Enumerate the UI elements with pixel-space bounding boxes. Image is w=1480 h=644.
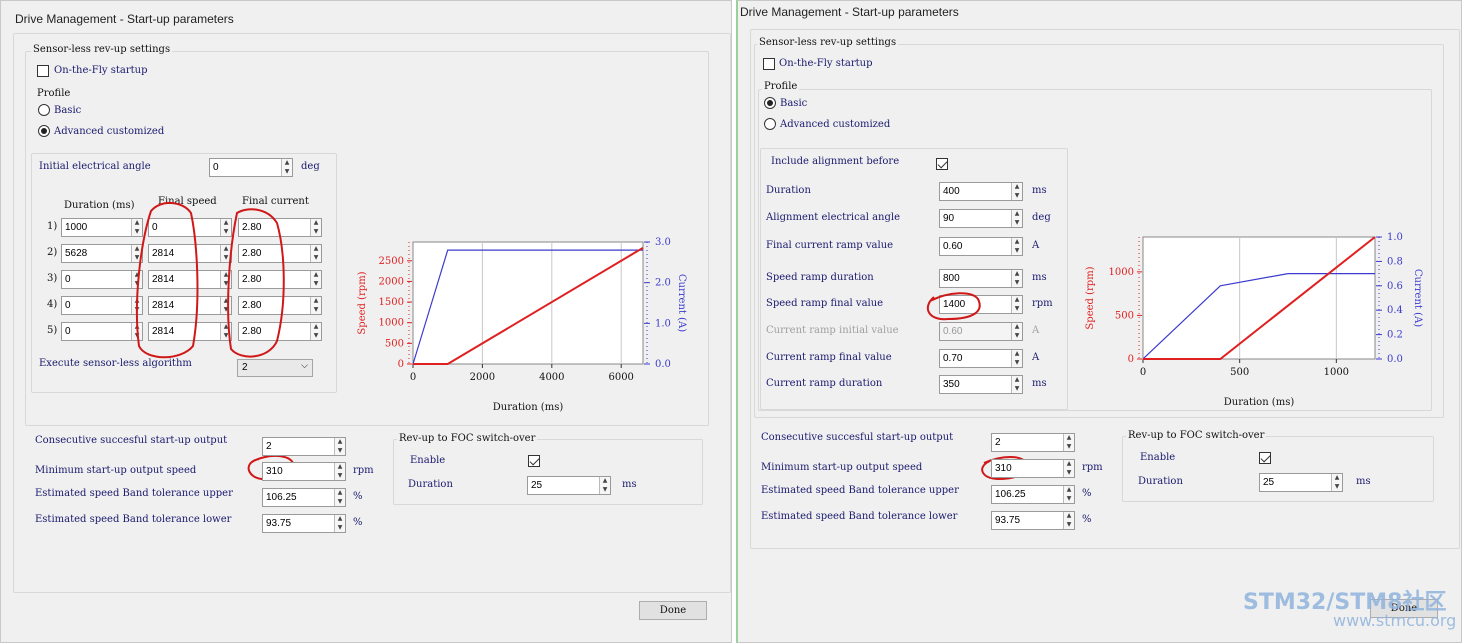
current-tick-label: 0.2 <box>1387 330 1403 341</box>
left-band-upper-input[interactable]: 106.25 ▲ ▼ <box>262 488 346 507</box>
right-dialog: Drive Management - Start-up parameters S… <box>736 0 1462 643</box>
right-foc-duration-unit: ms <box>1356 476 1371 487</box>
speed-axis-label: Speed (rpm) <box>357 271 368 334</box>
x-tick-label: 1000 <box>1324 367 1349 378</box>
x-tick-label: 6000 <box>608 372 633 383</box>
x-tick-label: 500 <box>1230 367 1249 378</box>
speed-tick-label: 2500 <box>379 256 404 267</box>
left-band-lower-input[interactable]: 93.75 ▲ ▼ <box>262 514 346 533</box>
left-foc-duration-unit: ms <box>622 479 637 490</box>
speed-tick-label: 1000 <box>1109 267 1134 278</box>
plot-area <box>412 241 644 365</box>
left-min-speed-input[interactable]: 310 ▲ ▼ <box>262 462 346 481</box>
annotation-oval-speed-final <box>926 292 981 321</box>
current-tick-label: 0.4 <box>1387 305 1403 316</box>
current-tick-label: 0.6 <box>1387 281 1403 292</box>
left-foc-title: Rev-up to FOC switch-over <box>397 433 538 444</box>
watermark-url: www.stmcu.org <box>1333 611 1457 630</box>
right-foc-enable-label: Enable <box>1140 452 1176 463</box>
speed-tick-label: 0 <box>398 359 404 370</box>
right-min-speed-input[interactable]: 310 ▲ ▼ <box>991 459 1075 478</box>
right-foc-duration-label: Duration <box>1138 476 1183 487</box>
current-tick-label: 3.0 <box>655 237 671 248</box>
annotation-oval-speed <box>135 202 199 359</box>
x-tick-label: 0 <box>410 372 416 383</box>
current-tick-label: 0.0 <box>655 359 671 370</box>
annotation-oval-current <box>227 208 285 358</box>
right-min-speed-unit: rpm <box>1082 462 1103 473</box>
right-band-lower-label: Estimated speed Band tolerance lower <box>761 511 958 522</box>
current-tick-label: 1.0 <box>1387 232 1403 243</box>
right-consecutive-input[interactable]: 2 ▲ ▼ <box>991 433 1075 452</box>
right-consecutive-label: Consecutive succesful start-up output <box>761 432 954 443</box>
x-tick-label: 4000 <box>539 372 564 383</box>
left-band-upper-unit: % <box>353 491 363 502</box>
left-foc-duration-label: Duration <box>408 479 453 490</box>
right-foc-title: Rev-up to FOC switch-over <box>1126 430 1267 441</box>
right-band-upper-input[interactable]: 106.25 ▲ ▼ <box>991 485 1075 504</box>
current-tick-label: 2.0 <box>655 278 671 289</box>
current-tick-label: 1.0 <box>655 318 671 329</box>
speed-tick-label: 1500 <box>379 297 404 308</box>
left-foc-group <box>393 439 703 505</box>
right-startup-chart: 0 500 1000 0.0 0.2 0.4 0.6 0.8 1.0 0 500 1000 Speed … <box>1085 232 1423 408</box>
current-tick-label: 0.8 <box>1387 256 1403 267</box>
left-foc-duration-input[interactable]: 25 ▲ ▼ <box>527 476 611 495</box>
speed-tick-label: 0 <box>1128 354 1134 365</box>
right-foc-group <box>1122 436 1434 502</box>
right-foc-enable-checkbox[interactable] <box>1259 452 1271 464</box>
right-band-lower-input[interactable]: 93.75 ▲ ▼ <box>991 511 1075 530</box>
speed-tick-label: 2000 <box>379 276 404 287</box>
speed-tick-label: 500 <box>385 338 404 349</box>
left-foc-enable-label: Enable <box>410 455 446 466</box>
right-band-upper-label: Estimated speed Band tolerance upper <box>761 485 959 496</box>
left-band-lower-label: Estimated speed Band tolerance lower <box>35 514 232 525</box>
left-consecutive-input[interactable]: 2 ▲ ▼ <box>262 437 346 456</box>
right-band-lower-unit: % <box>1082 514 1092 525</box>
current-axis-label: Current (A) <box>676 274 687 332</box>
left-done-button[interactable]: Done <box>639 601 707 620</box>
left-foc-enable-checkbox[interactable] <box>528 455 540 467</box>
left-consecutive-label: Consecutive succesful start-up output <box>35 435 228 446</box>
left-dialog: Drive Management - Start-up parameters S… <box>0 0 732 643</box>
left-band-lower-unit: % <box>353 517 363 528</box>
plot-area <box>1142 236 1376 360</box>
left-min-speed-label: Minimum start-up output speed <box>35 465 197 476</box>
right-band-upper-unit: % <box>1082 488 1092 499</box>
speed-tick-label: 1000 <box>379 318 404 329</box>
current-tick-label: 0.0 <box>1387 354 1403 365</box>
speed-tick-label: 500 <box>1115 310 1134 321</box>
left-band-upper-label: Estimated speed Band tolerance upper <box>35 488 233 499</box>
speed-axis-label: Speed (rpm) <box>1085 266 1096 329</box>
x-tick-label: 2000 <box>470 372 495 383</box>
right-min-speed-label: Minimum start-up output speed <box>761 462 923 473</box>
current-axis-label: Current (A) <box>1412 269 1423 327</box>
left-min-speed-unit: rpm <box>353 465 374 476</box>
right-foc-duration-input[interactable]: 25 ▲ ▼ <box>1259 473 1343 492</box>
x-axis-label: Duration (ms) <box>493 402 564 413</box>
left-startup-chart: 0 500 1000 1500 2000 2500 0.0 1.0 2.0 3.0 0 2000 400… <box>357 237 687 413</box>
x-axis-label: Duration (ms) <box>1224 397 1295 408</box>
x-tick-label: 0 <box>1140 367 1146 378</box>
